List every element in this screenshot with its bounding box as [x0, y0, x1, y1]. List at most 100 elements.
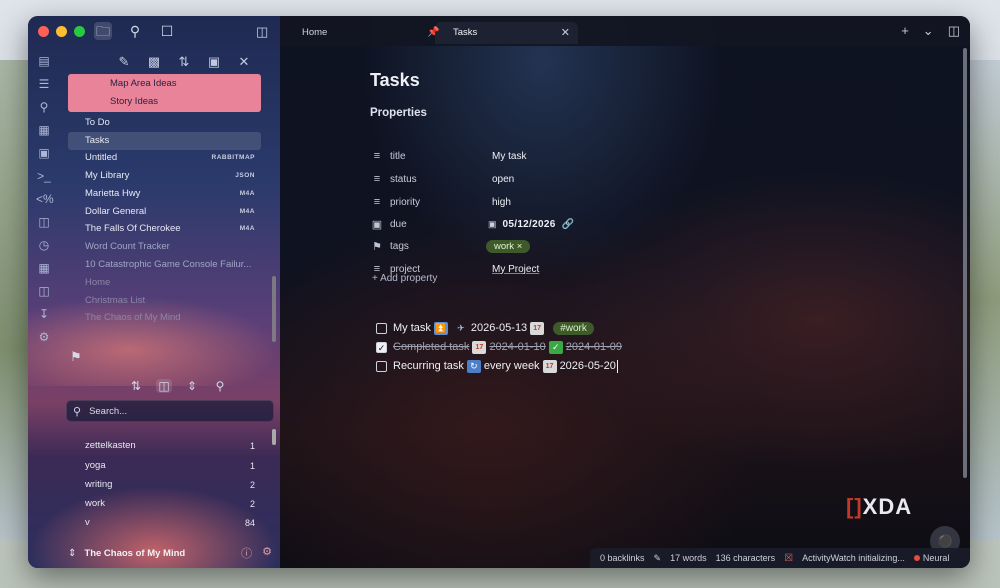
tag-list-item[interactable]: yoga 1	[85, 458, 255, 474]
settings-icon[interactable]: ⚙	[36, 330, 52, 345]
property-value[interactable]: My task	[492, 151, 526, 162]
remove-tag-icon[interactable]: ×	[517, 241, 523, 252]
project-link[interactable]: My Project	[492, 264, 539, 275]
property-key[interactable]: status	[390, 174, 476, 185]
property-key[interactable]: title	[390, 151, 476, 162]
sync-error-icon[interactable]: ☒	[784, 553, 793, 564]
bookmark-icon[interactable]: ☐	[158, 22, 176, 40]
recurrence-icon: ↻	[466, 359, 481, 373]
file-item[interactable]: Dollar General M4A	[85, 203, 261, 221]
new-folder-icon[interactable]: ▩	[146, 54, 162, 70]
zoom-window-button[interactable]	[74, 26, 85, 37]
start-date-icon: ✈	[457, 322, 465, 333]
task-checkbox[interactable]	[376, 360, 387, 372]
database-icon[interactable]: ◫	[36, 215, 52, 230]
calendar-icon[interactable]: ▣	[36, 146, 52, 161]
property-key[interactable]: due	[390, 219, 476, 230]
canvas-icon[interactable]: ▦	[36, 123, 52, 138]
note-title[interactable]: Tasks	[370, 70, 420, 91]
file-item-active[interactable]: Tasks	[68, 132, 261, 150]
graph-icon[interactable]: ⚲	[36, 100, 52, 115]
search-icon[interactable]: ⚲	[212, 379, 228, 393]
link-icon[interactable]: 🔗	[562, 219, 574, 230]
file-item[interactable]: Map Area Ideas	[110, 75, 260, 93]
property-value[interactable]: high	[492, 197, 511, 208]
tag-search-box: ⚲	[66, 400, 274, 422]
file-item[interactable]: My Library JSON	[85, 167, 261, 185]
property-row[interactable]: ⚑ tags work ×	[370, 236, 670, 256]
minimize-window-button[interactable]	[56, 26, 67, 37]
scrollbar-thumb[interactable]	[963, 48, 967, 478]
task-item[interactable]: ✓ Completed task 17 2024-01-10 ✓ 2024-01…	[376, 338, 622, 356]
settings-icon[interactable]: ⚙	[262, 545, 272, 561]
close-window-button[interactable]	[38, 26, 49, 37]
file-tree-scrollbar[interactable]	[272, 276, 276, 342]
task-checkbox[interactable]	[376, 322, 387, 334]
property-row[interactable]: ≡ status open	[370, 169, 670, 189]
table-icon[interactable]: ▦	[36, 261, 52, 276]
tag-pill[interactable]: work ×	[486, 239, 531, 253]
file-item[interactable]: Untitled RABBITMAP	[85, 149, 261, 167]
tab-home[interactable]: Home	[284, 22, 404, 44]
file-item[interactable]: Marietta Hwy M4A	[85, 185, 261, 203]
activitywatch-status[interactable]: ActivityWatch initializing...	[802, 553, 905, 563]
tag-list-item[interactable]: work 2	[85, 496, 255, 512]
new-note-icon[interactable]: ▤	[36, 54, 52, 69]
close-icon[interactable]: ✕	[561, 22, 570, 44]
properties-heading[interactable]: Properties	[370, 107, 427, 119]
chevron-down-icon[interactable]: ⌄	[923, 23, 934, 39]
sort-icon[interactable]: ⇅	[176, 54, 192, 70]
inbox-icon[interactable]: ↧	[36, 307, 52, 322]
tab-tasks[interactable]: 📌 Tasks ✕	[427, 22, 578, 44]
add-property-button[interactable]: + Add property	[372, 273, 437, 284]
file-item[interactable]: To Do	[85, 114, 261, 132]
new-note-icon[interactable]: ✎	[116, 54, 132, 70]
file-item[interactable]: The Falls Of Cherokee M4A	[85, 220, 261, 238]
collapse-all-icon[interactable]: ✕	[236, 54, 252, 70]
help-icon[interactable]: ⓘ	[241, 545, 252, 561]
sidebar-toggle-icon[interactable]: ◫	[256, 24, 268, 40]
editor-scrollbar[interactable]	[962, 46, 968, 568]
file-item[interactable]: Christmas List	[85, 292, 261, 310]
property-key[interactable]: priority	[390, 197, 476, 208]
property-row[interactable]: ▣ due ▣ 05/12/2026 🔗	[370, 214, 670, 234]
file-item[interactable]: Home	[85, 274, 261, 292]
tag-list-item[interactable]: v 84	[85, 515, 255, 531]
vault-switcher[interactable]: ⇕ The Chaos of My Mind ⓘ ⚙	[68, 544, 276, 562]
tree-view-icon[interactable]: ◫	[156, 379, 172, 393]
right-sidebar-toggle-icon[interactable]: ◫	[948, 23, 960, 39]
tag-list-item[interactable]: zettelkasten 1	[85, 438, 255, 454]
file-item[interactable]: Word Count Tracker	[85, 238, 261, 256]
file-item[interactable]: 10 Catastrophic Game Console Failur...	[85, 256, 261, 274]
date-value[interactable]: 05/12/2026	[503, 219, 556, 230]
task-tag[interactable]: #work	[553, 321, 594, 335]
property-value[interactable]: open	[492, 174, 514, 185]
task-checkbox-checked[interactable]: ✓	[376, 341, 387, 353]
tag-list-item[interactable]: writing 2	[85, 477, 255, 493]
task-item[interactable]: Recurring task ↻ every week 17 2026-05-2…	[376, 357, 618, 375]
map-icon[interactable]: ◫	[36, 284, 52, 299]
task-item[interactable]: My task ⏫ ✈ 2026-05-13 17 #work	[376, 319, 594, 337]
tag-icon[interactable]: ⚑	[70, 349, 82, 365]
code-icon[interactable]: <%	[36, 192, 54, 207]
edit-icon[interactable]: ✎	[654, 553, 662, 564]
tag-list-scrollbar[interactable]	[272, 429, 276, 445]
daily-note-icon[interactable]: ◷	[36, 238, 52, 253]
property-row[interactable]: ≡ priority high	[370, 192, 670, 212]
folder-icon[interactable]: 🗀	[94, 22, 112, 40]
property-key[interactable]: tags	[390, 241, 476, 252]
backlinks-count[interactable]: 0 backlinks	[600, 553, 645, 563]
search-icon[interactable]: ⚲	[126, 22, 144, 40]
sort-icon[interactable]: ⇅	[128, 379, 144, 393]
auto-reveal-icon[interactable]: ▣	[206, 54, 222, 70]
new-tab-icon[interactable]: +	[901, 23, 909, 39]
file-item[interactable]: The Chaos of My Mind	[85, 309, 261, 327]
pin-icon[interactable]: 📌	[427, 22, 439, 44]
model-status[interactable]: Neural	[913, 553, 949, 563]
property-row[interactable]: ≡ title My task	[370, 146, 670, 166]
tag-search-input[interactable]	[89, 405, 260, 417]
terminal-icon[interactable]: >_	[36, 169, 52, 184]
expand-collapse-icon[interactable]: ⇕	[184, 379, 200, 393]
file-item[interactable]: Story Ideas	[110, 93, 260, 111]
list-icon[interactable]: ☰	[36, 77, 52, 92]
